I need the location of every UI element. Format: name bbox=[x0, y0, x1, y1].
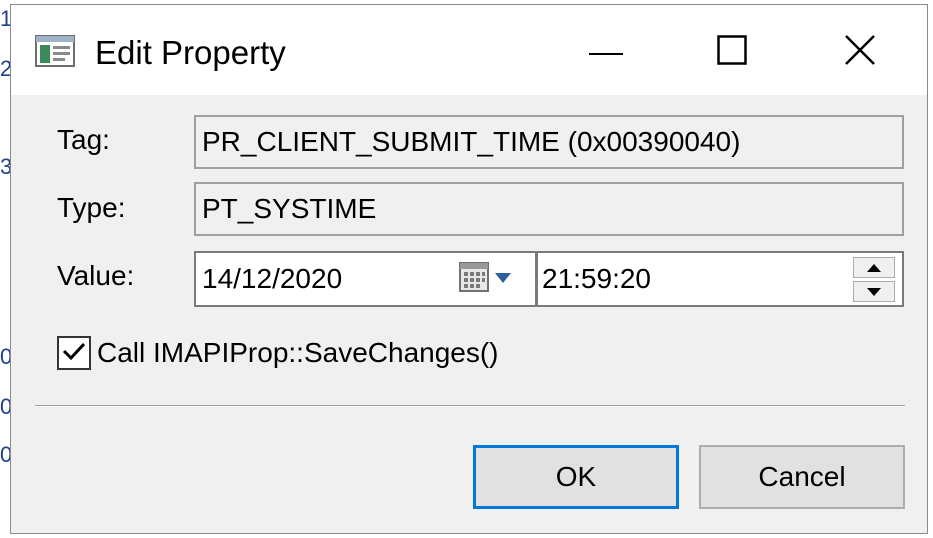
spin-down-button[interactable] bbox=[853, 281, 895, 302]
close-button[interactable] bbox=[801, 13, 919, 91]
minimize-icon bbox=[589, 43, 623, 61]
ok-button[interactable]: OK bbox=[473, 445, 679, 509]
save-changes-label: Call IMAPIProp::SaveChanges() bbox=[97, 337, 499, 368]
app-window-icon bbox=[35, 35, 75, 67]
tag-field[interactable]: PR_CLIENT_SUBMIT_TIME (0x00390040) bbox=[194, 115, 904, 169]
save-changes-checkbox[interactable] bbox=[57, 336, 91, 370]
calendar-icon bbox=[459, 261, 489, 298]
checkmark-icon bbox=[62, 341, 86, 366]
maximize-icon bbox=[717, 34, 747, 70]
type-field[interactable]: PT_SYSTIME bbox=[194, 182, 904, 236]
maximize-button[interactable] bbox=[673, 13, 791, 91]
minimize-button[interactable] bbox=[547, 13, 665, 91]
title-bar[interactable]: Edit Property bbox=[11, 5, 927, 95]
type-label: Type: bbox=[57, 192, 126, 223]
date-dropdown-button[interactable] bbox=[459, 259, 529, 299]
divider bbox=[35, 405, 905, 407]
tag-label: Tag: bbox=[57, 124, 110, 155]
arrow-up-icon bbox=[867, 259, 881, 277]
chevron-down-icon bbox=[495, 270, 511, 288]
spin-up-button[interactable] bbox=[853, 257, 895, 278]
save-changes-option[interactable]: Call IMAPIProp::SaveChanges() bbox=[57, 333, 499, 373]
edit-property-dialog: Edit Property Tag: PR_CLIENT_SUBMIT_TIME… bbox=[10, 4, 928, 534]
cancel-button[interactable]: Cancel bbox=[699, 445, 905, 509]
value-label: Value: bbox=[57, 260, 135, 291]
time-spinner[interactable] bbox=[853, 257, 897, 303]
close-icon bbox=[844, 34, 876, 71]
time-field[interactable]: 21:59:20 bbox=[536, 251, 904, 307]
window-title: Edit Property bbox=[95, 34, 286, 71]
arrow-down-icon bbox=[867, 283, 881, 301]
